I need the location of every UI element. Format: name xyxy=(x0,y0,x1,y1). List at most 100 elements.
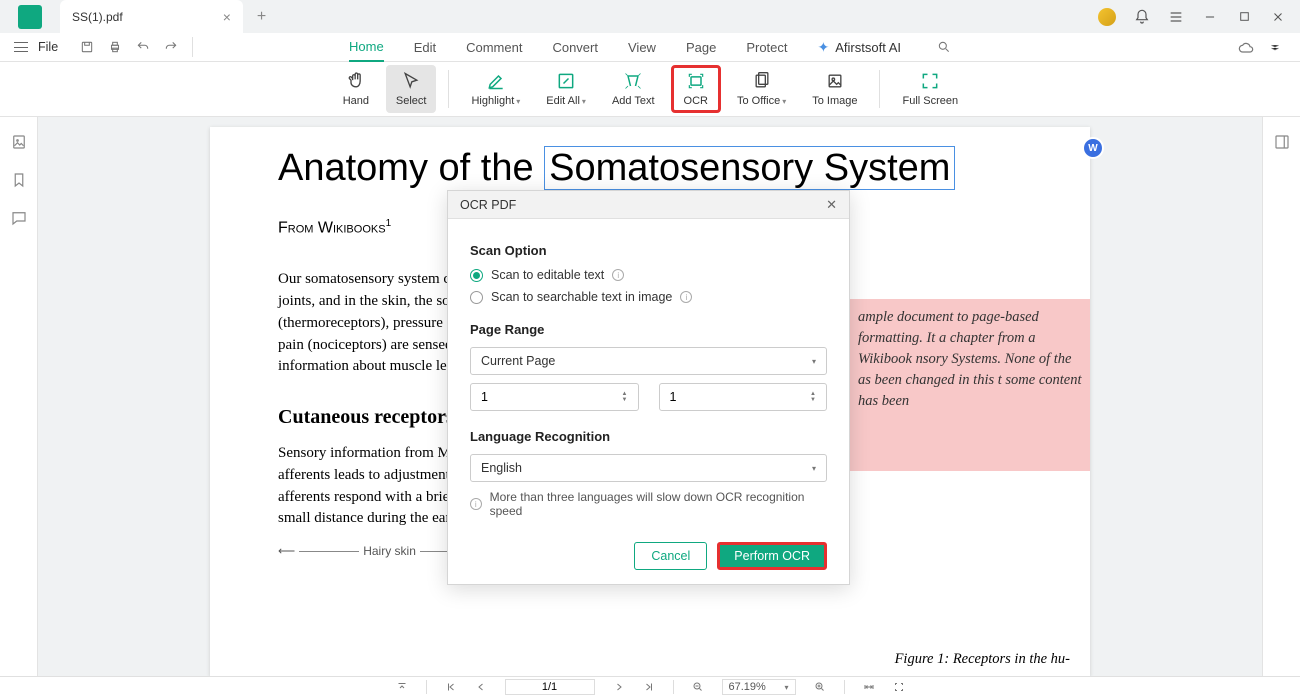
document-tab[interactable]: SS(1).pdf × xyxy=(60,0,243,33)
bookmark-icon[interactable] xyxy=(10,171,28,189)
language-select[interactable]: English ▾ xyxy=(470,454,827,482)
redo-icon[interactable] xyxy=(164,40,178,54)
status-bar: 67.19%▾ xyxy=(0,676,1300,697)
spinner-icon[interactable]: ▲▼ xyxy=(622,391,628,403)
editall-button[interactable]: Edit All▾ xyxy=(536,65,596,113)
comment-icon[interactable] xyxy=(10,209,28,227)
page-range-label: Page Range xyxy=(470,322,827,337)
right-rail xyxy=(1262,117,1300,676)
office-icon xyxy=(752,71,772,91)
select-button[interactable]: Select xyxy=(386,65,437,113)
fullscreen-icon xyxy=(920,71,940,91)
close-icon[interactable]: ✕ xyxy=(826,197,837,213)
tooffice-button[interactable]: To Office▾ xyxy=(727,65,796,113)
nav-tabs: Home Edit Comment Convert View Page Prot… xyxy=(349,33,951,62)
chevron-down-icon: ▾ xyxy=(812,464,816,473)
ocr-dialog: OCR PDF ✕ Scan Option Scan to editable t… xyxy=(447,190,850,585)
scroll-top-icon[interactable] xyxy=(396,681,408,693)
tab-view[interactable]: View xyxy=(628,34,656,61)
tab-label: SS(1).pdf xyxy=(72,10,123,24)
fit-width-icon[interactable] xyxy=(863,681,875,693)
search-icon[interactable] xyxy=(937,40,951,54)
ocr-icon xyxy=(686,71,706,91)
hand-button[interactable]: Hand xyxy=(332,65,380,113)
document-title: Anatomy of the Somatosensory System xyxy=(278,147,1022,190)
addtext-button[interactable]: Add Text xyxy=(602,65,665,113)
minimize-icon[interactable] xyxy=(1202,9,1218,25)
tab-page[interactable]: Page xyxy=(686,34,716,61)
avatar[interactable] xyxy=(1098,8,1116,26)
radio-icon xyxy=(470,291,483,304)
chevron-down-icon: ▾ xyxy=(812,357,816,366)
text-icon xyxy=(623,71,643,91)
highlight-button[interactable]: Highlight▾ xyxy=(461,65,530,113)
next-page-icon[interactable] xyxy=(613,681,625,693)
separator xyxy=(448,70,449,108)
first-page-icon[interactable] xyxy=(445,681,457,693)
menu-icon[interactable] xyxy=(1168,9,1184,25)
page-input[interactable] xyxy=(505,679,595,695)
zoom-in-icon[interactable] xyxy=(814,681,826,693)
dialog-title: OCR PDF xyxy=(460,198,516,212)
page-from-input[interactable]: 1 ▲▼ xyxy=(470,383,639,411)
tab-home[interactable]: Home xyxy=(349,33,384,62)
word-badge-icon[interactable]: W xyxy=(1082,137,1104,159)
cloud-icon[interactable] xyxy=(1238,40,1252,54)
separator xyxy=(879,70,880,108)
close-icon[interactable]: × xyxy=(223,9,231,25)
info-icon[interactable]: i xyxy=(680,291,692,303)
dialog-title-bar: OCR PDF ✕ xyxy=(448,191,849,219)
page-range-select[interactable]: Current Page ▾ xyxy=(470,347,827,375)
burger-icon[interactable] xyxy=(14,42,28,52)
last-page-icon[interactable] xyxy=(643,681,655,693)
file-group: File xyxy=(0,33,72,61)
scan-option-label: Scan Option xyxy=(470,243,827,258)
zoom-out-icon[interactable] xyxy=(692,681,704,693)
lang-rec-label: Language Recognition xyxy=(470,429,827,444)
cursor-icon xyxy=(401,71,421,91)
spinner-icon[interactable]: ▲▼ xyxy=(810,391,816,403)
fullscreen-button[interactable]: Full Screen xyxy=(892,65,968,113)
ai-button[interactable]: ✦Afirstsoft AI xyxy=(818,39,901,56)
radio-searchable[interactable]: Scan to searchable text in image i xyxy=(470,290,827,304)
undo-icon[interactable] xyxy=(136,40,150,54)
figure-1-label: Figure 1: Receptors in the hu- xyxy=(895,651,1070,668)
info-icon[interactable]: i xyxy=(612,269,624,281)
add-tab-icon[interactable]: + xyxy=(257,8,266,26)
cancel-button[interactable]: Cancel xyxy=(634,542,707,570)
edit-icon xyxy=(556,71,576,91)
tab-convert[interactable]: Convert xyxy=(552,34,598,61)
more-icon[interactable] xyxy=(1268,40,1282,54)
ocr-button[interactable]: OCR xyxy=(671,65,721,113)
title-bar: SS(1).pdf × + xyxy=(0,0,1300,33)
info-icon: i xyxy=(470,498,482,510)
hand-icon xyxy=(346,71,366,91)
menu-bar: File Home Edit Comment Convert View Page… xyxy=(0,33,1300,62)
app-logo xyxy=(18,5,42,29)
quick-actions xyxy=(80,37,193,57)
panel-icon[interactable] xyxy=(1273,133,1291,151)
file-menu[interactable]: File xyxy=(38,40,58,54)
print-icon[interactable] xyxy=(108,40,122,54)
fit-page-icon[interactable] xyxy=(893,681,905,693)
save-icon[interactable] xyxy=(80,40,94,54)
tab-protect[interactable]: Protect xyxy=(746,34,787,61)
tab-comment[interactable]: Comment xyxy=(466,34,522,61)
zoom-select[interactable]: 67.19%▾ xyxy=(722,679,796,695)
toolbar: Hand Select Highlight▾ Edit All▾ Add Tex… xyxy=(0,62,1300,117)
bell-icon[interactable] xyxy=(1134,9,1150,25)
perform-ocr-button[interactable]: Perform OCR xyxy=(717,542,827,570)
close-window-icon[interactable] xyxy=(1270,9,1286,25)
image-icon xyxy=(825,71,845,91)
maximize-icon[interactable] xyxy=(1236,9,1252,25)
toimage-button[interactable]: To Image xyxy=(802,65,867,113)
menu-right xyxy=(1238,40,1300,54)
prev-page-icon[interactable] xyxy=(475,681,487,693)
radio-icon xyxy=(470,269,483,282)
radio-editable[interactable]: Scan to editable text i xyxy=(470,268,827,282)
window-controls xyxy=(1098,8,1300,26)
left-rail xyxy=(0,117,38,676)
page-to-input[interactable]: 1 ▲▼ xyxy=(659,383,828,411)
thumbnails-icon[interactable] xyxy=(10,133,28,151)
tab-edit[interactable]: Edit xyxy=(414,34,436,61)
